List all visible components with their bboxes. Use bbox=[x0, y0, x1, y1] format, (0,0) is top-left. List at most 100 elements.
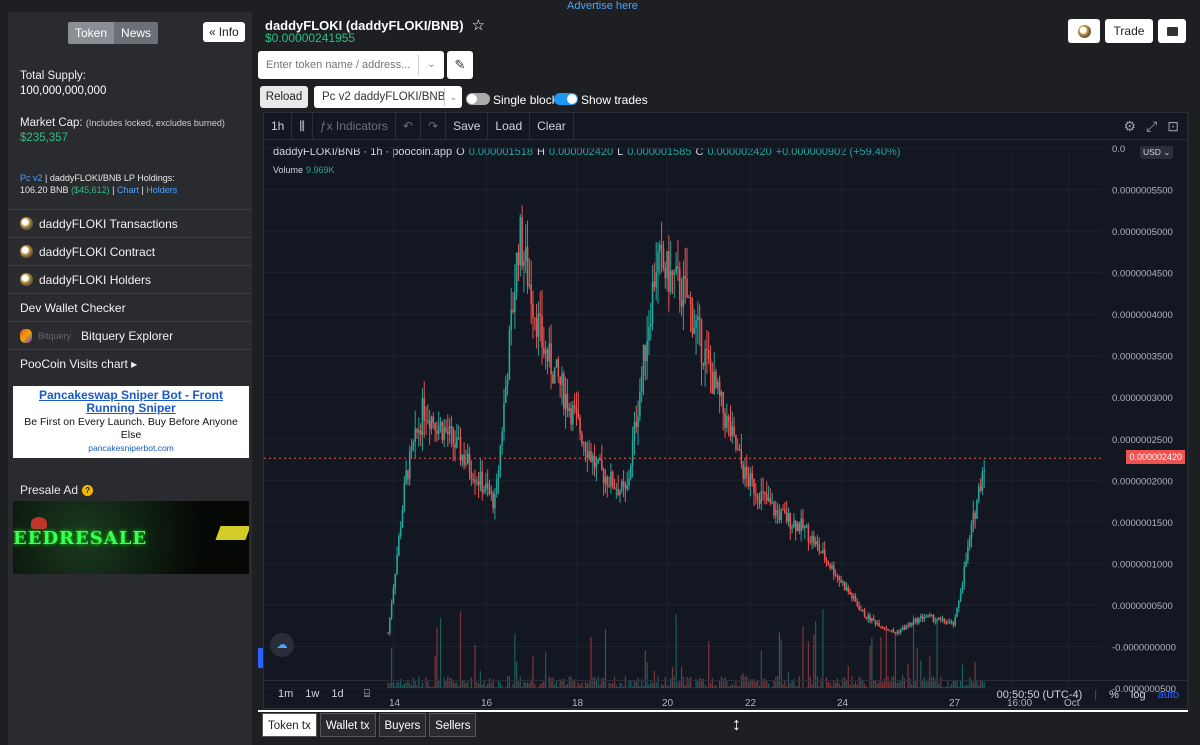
lp-chart-link[interactable]: Chart bbox=[117, 185, 139, 195]
resize-vertical-icon[interactable]: ↕ bbox=[732, 714, 741, 735]
camera-icon[interactable]: ⊡ bbox=[1167, 118, 1179, 135]
menu-visits-chart[interactable]: PooCoin Visits chart ▸ bbox=[8, 349, 252, 377]
auto-toggle[interactable]: auto bbox=[1158, 689, 1179, 701]
candle-body bbox=[441, 422, 444, 441]
candle-body bbox=[622, 481, 625, 486]
candle-body bbox=[533, 317, 536, 319]
candle-body bbox=[461, 454, 464, 461]
token-search[interactable]: ⌄ bbox=[258, 51, 444, 79]
poocoin-icon bbox=[20, 273, 33, 286]
clear-button[interactable]: Clear bbox=[530, 112, 574, 140]
percent-toggle[interactable]: % bbox=[1109, 689, 1119, 701]
candle-body bbox=[948, 621, 951, 623]
poocoin-button[interactable] bbox=[1068, 19, 1100, 43]
menu-bitquery-explorer[interactable]: Bitquery Bitquery Explorer bbox=[8, 321, 252, 349]
fullscreen-icon[interactable]: ⤢ bbox=[1146, 118, 1157, 135]
range-1d[interactable]: 1d bbox=[331, 688, 343, 701]
load-button[interactable]: Load bbox=[488, 112, 531, 140]
indicators-button[interactable]: ƒx Indicators bbox=[313, 112, 396, 140]
candle-body bbox=[983, 470, 985, 473]
candle-body bbox=[590, 451, 592, 462]
help-icon[interactable]: ? bbox=[82, 484, 94, 496]
presale-banner[interactable]: EEDRESALE bbox=[13, 501, 249, 574]
goto-date-icon[interactable]: ⌸ bbox=[364, 688, 371, 701]
tab-news[interactable]: News bbox=[114, 22, 159, 44]
candle-body bbox=[510, 309, 513, 330]
menu-contract[interactable]: daddyFLOKI Contract bbox=[8, 237, 252, 265]
trade-button[interactable]: Trade bbox=[1105, 19, 1153, 43]
menu-transactions[interactable]: daddyFLOKI Transactions bbox=[8, 209, 252, 237]
tab-sellers[interactable]: Sellers bbox=[429, 713, 477, 737]
y-tick-label: 0.0000003000 bbox=[1112, 393, 1173, 404]
tab-token[interactable]: Token bbox=[68, 22, 115, 44]
tab-buyers[interactable]: Buyers bbox=[378, 713, 427, 737]
candle-body bbox=[774, 509, 777, 516]
toolbar-divider: | bbox=[1094, 688, 1098, 701]
show-trades-toggle[interactable] bbox=[554, 93, 578, 105]
candle-body bbox=[807, 525, 810, 542]
single-blocks-toggle[interactable] bbox=[466, 93, 490, 105]
candle-body bbox=[619, 490, 621, 496]
gear-icon[interactable]: ⚙ bbox=[1124, 118, 1137, 135]
price-chart[interactable]: 1h ⫼ ƒx Indicators ↶ ↷ Save Load Clear ⚙… bbox=[263, 112, 1188, 709]
menu-dev-wallet-checker[interactable]: Dev Wallet Checker bbox=[8, 293, 252, 321]
advertise-link[interactable]: Advertise here bbox=[567, 0, 638, 12]
candle-body bbox=[463, 454, 465, 465]
candle-body bbox=[447, 431, 449, 435]
candle-body bbox=[704, 348, 706, 366]
candle-body bbox=[838, 576, 841, 581]
candle-body bbox=[778, 512, 781, 520]
volume-bar bbox=[436, 627, 438, 688]
wallet-button[interactable] bbox=[1158, 19, 1186, 43]
chart-bottom-toolbar: 1m 1w 1d ⌸ 00:50:50 (UTC-4) | % log auto bbox=[264, 680, 1187, 708]
save-button[interactable]: Save bbox=[446, 112, 489, 140]
candle-body bbox=[432, 416, 435, 423]
candle-body bbox=[697, 316, 699, 321]
candle-body bbox=[673, 272, 676, 275]
candle-body bbox=[579, 417, 581, 434]
volume-bar bbox=[459, 611, 462, 688]
undo-icon[interactable]: ↶ bbox=[396, 112, 421, 140]
y-tick-label: 0.0000005000 bbox=[1112, 227, 1173, 238]
chart-toolbar: 1h ⫼ ƒx Indicators ↶ ↷ Save Load Clear ⚙… bbox=[264, 112, 1187, 140]
tab-token-tx[interactable]: Token tx bbox=[262, 713, 317, 737]
chevron-down-icon: ⌄ bbox=[444, 88, 462, 106]
candle-body bbox=[847, 587, 850, 592]
sniper-bot-ad[interactable]: Pancakeswap Sniper Bot - Front Running S… bbox=[13, 386, 249, 458]
y-tick-label: 0.0000001500 bbox=[1112, 518, 1173, 529]
star-icon[interactable]: ☆ bbox=[472, 16, 485, 34]
token-price: $0.00000241955 bbox=[265, 31, 356, 45]
volume-bar bbox=[822, 609, 824, 688]
log-toggle[interactable]: log bbox=[1131, 689, 1146, 701]
candle-body bbox=[448, 426, 451, 435]
candle-body bbox=[445, 427, 447, 432]
candle-body bbox=[497, 470, 500, 479]
menu-holders[interactable]: daddyFLOKI Holders bbox=[8, 265, 252, 293]
chevron-down-icon[interactable]: ⌄ bbox=[418, 55, 444, 75]
candle-body bbox=[820, 551, 822, 554]
pair-select[interactable]: Pc v2 daddyFLOKI/BNB ⌄ bbox=[314, 86, 462, 108]
tradingview-logo-icon[interactable]: ☁ bbox=[270, 633, 294, 657]
candle-body bbox=[662, 248, 665, 268]
candle-body bbox=[610, 472, 612, 487]
candle-body bbox=[454, 443, 456, 448]
candle-body bbox=[965, 560, 967, 567]
candle-body bbox=[425, 420, 427, 422]
reload-button[interactable]: Reload bbox=[260, 86, 308, 108]
edit-button[interactable]: ✎ bbox=[447, 51, 473, 79]
range-1m[interactable]: 1m bbox=[278, 688, 293, 701]
redo-icon[interactable]: ↷ bbox=[421, 112, 447, 140]
tab-wallet-tx[interactable]: Wallet tx bbox=[319, 713, 376, 737]
interval-button[interactable]: 1h bbox=[264, 112, 293, 140]
lp-holders-link[interactable]: Holders bbox=[146, 185, 177, 195]
lp-version-link[interactable]: Pc v2 bbox=[20, 173, 43, 183]
info-button[interactable]: « Info bbox=[203, 22, 245, 42]
candle-body bbox=[802, 518, 804, 529]
candle-body bbox=[823, 549, 826, 560]
candle-type-icon[interactable]: ⫼ bbox=[292, 112, 313, 140]
search-input[interactable] bbox=[266, 53, 416, 77]
range-1w[interactable]: 1w bbox=[305, 688, 319, 701]
candle-body bbox=[941, 618, 944, 620]
candle-body bbox=[628, 478, 630, 486]
last-price-label: 0.000002420 bbox=[1126, 450, 1185, 465]
